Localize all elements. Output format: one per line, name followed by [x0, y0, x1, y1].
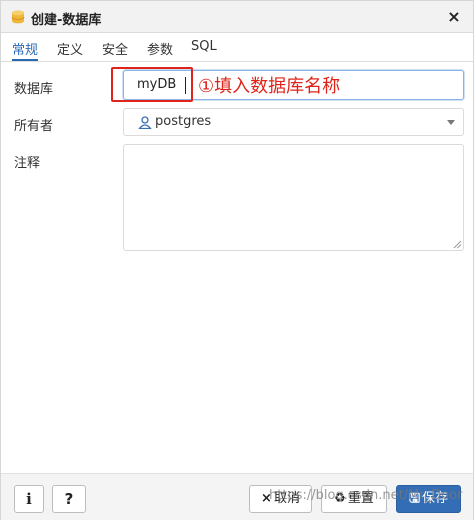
tab-parameters[interactable]: 参数: [147, 39, 173, 61]
tab-bar: 常规 定义 安全 参数 SQL: [1, 34, 473, 62]
comment-textarea[interactable]: [123, 144, 464, 251]
owner-label: 所有者: [14, 119, 54, 134]
chevron-down-icon: [447, 120, 455, 125]
title-bar: 创建-数据库 ×: [1, 1, 473, 33]
annotation-highlight-box: [111, 67, 193, 102]
owner-select[interactable]: postgres: [123, 108, 464, 136]
cancel-button-label: 取消: [273, 491, 300, 506]
save-button[interactable]: 🖫 保存: [396, 485, 461, 513]
database-label: 数据库: [14, 82, 54, 97]
tab-general[interactable]: 常规: [12, 39, 39, 61]
resize-handle-icon[interactable]: [453, 240, 462, 249]
owner-value: postgres: [155, 114, 212, 129]
help-button[interactable]: ?: [52, 485, 86, 513]
comment-label: 注释: [14, 156, 41, 171]
tab-definition[interactable]: 定义: [57, 39, 83, 61]
create-database-dialog: 创建-数据库 × 常规 定义 安全 参数 SQL 数据库 myDB ①填入数据库…: [0, 0, 474, 520]
dialog-footer: i ? × 取消 ♻ 重置 🖫 保存: [1, 473, 473, 520]
tab-security[interactable]: 安全: [102, 39, 128, 61]
close-icon: ×: [261, 491, 272, 506]
cancel-button[interactable]: × 取消: [249, 485, 312, 513]
floppy-disk-icon: 🖫: [408, 491, 421, 506]
recycle-icon: ♻: [334, 491, 346, 506]
annotation-text: ①填入数据库名称: [198, 76, 341, 97]
user-icon: [138, 116, 152, 129]
dialog-title: 创建-数据库: [31, 13, 102, 28]
info-button[interactable]: i: [14, 485, 44, 513]
save-button-label: 保存: [422, 491, 449, 506]
reset-button[interactable]: ♻ 重置: [321, 485, 387, 513]
database-icon: [11, 10, 25, 24]
tab-sql[interactable]: SQL: [191, 39, 217, 61]
close-button[interactable]: ×: [445, 7, 463, 27]
reset-button-label: 重置: [347, 491, 374, 506]
